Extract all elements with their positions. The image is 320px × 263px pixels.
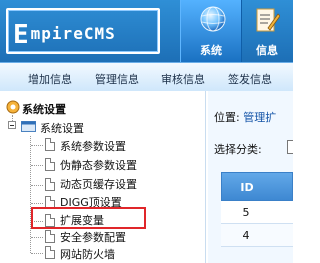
sidebar-item-dynamic-cache[interactable]: 动态页缓存设置 [60,176,137,192]
tree-line [31,165,43,166]
data-table: ID 5 4 [221,172,293,263]
sidebar-item-system-params[interactable]: 系统参数设置 [60,138,126,154]
empirecms-logo: EmpireCMS [6,8,160,54]
tree-line [31,145,43,146]
column-header-id[interactable]: ID [222,181,272,194]
sidebar-item-firewall[interactable]: 网站防火墙 [60,246,115,262]
table-cell-id: 5 [242,206,250,219]
tree-line [31,237,43,238]
location-prefix: 位置: [214,111,240,124]
location-breadcrumb: 位置: 管理扩 [214,109,276,125]
filter-row: 选择分类: [214,141,262,157]
page-icon [45,138,55,151]
collapse-toggle-icon[interactable] [8,121,16,129]
document-edit-icon [256,8,280,32]
submenu-add-info[interactable]: 增加信息 [28,71,72,87]
nav-system-label: 系统 [200,44,222,57]
tree-folder-label[interactable]: 系统设置 [40,120,84,136]
tree-root-label[interactable]: 系统设置 [22,101,66,117]
highlight-annotation-box [31,207,146,229]
folder-icon [21,121,36,132]
submenu-audit-info[interactable]: 审核信息 [161,71,205,87]
page-icon [45,178,55,191]
top-header: EmpireCMS 系统 信息 [0,0,293,62]
nav-info-tab[interactable]: 信息 [241,0,293,62]
submenu-manage-info[interactable]: 管理信息 [95,71,139,87]
tree-line [30,136,31,253]
sidebar-item-pseudo-static[interactable]: 伪静态参数设置 [60,157,137,173]
tree-line [31,203,43,204]
page-icon [45,246,55,259]
table-header: ID [221,172,293,201]
table-row[interactable]: 4 [221,224,293,247]
globe-icon [200,6,226,32]
logo-cap-letter: E [13,20,30,50]
page-icon [45,230,55,243]
location-link[interactable]: 管理扩 [243,111,276,124]
nav-info-label: 信息 [256,44,278,57]
tree-line [31,185,43,186]
logo-word: mpireCMS [30,24,116,43]
filter-label: 选择分类: [214,143,262,156]
nav-system-tab[interactable]: 系统 [180,0,242,62]
category-select[interactable] [287,140,293,154]
tree-line [31,253,43,254]
table-cell-id: 4 [242,229,250,242]
logo-text: EmpireCMS [13,16,116,50]
settings-icon [6,100,20,114]
page-icon [45,158,55,171]
sidebar-item-security-params[interactable]: 安全参数配置 [60,229,126,245]
sub-menu-bar: 增加信息 管理信息 审核信息 签发信息 [0,62,293,92]
submenu-sign-info[interactable]: 签发信息 [228,71,272,87]
table-row[interactable]: 5 [221,201,293,224]
